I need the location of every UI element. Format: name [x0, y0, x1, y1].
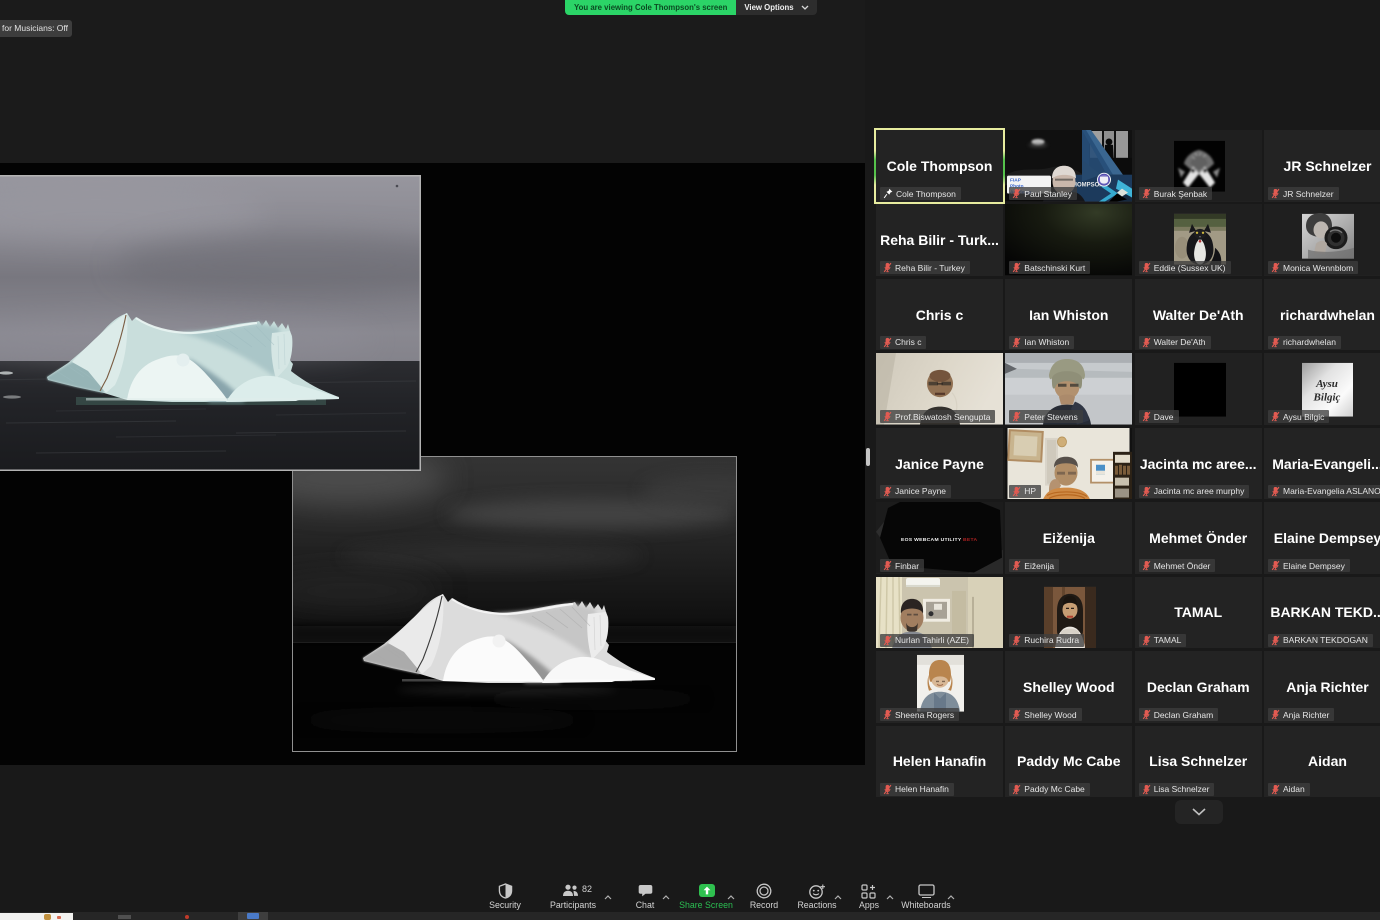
svg-text:FIAP: FIAP	[1010, 178, 1022, 184]
svg-text:EOS WEBCAM UTILITY: EOS WEBCAM UTILITY	[901, 537, 962, 543]
svg-text:BETA: BETA	[963, 537, 978, 543]
svg-text:Bilgiç: Bilgiç	[1313, 392, 1341, 404]
svg-text:Aysu: Aysu	[1315, 378, 1338, 390]
